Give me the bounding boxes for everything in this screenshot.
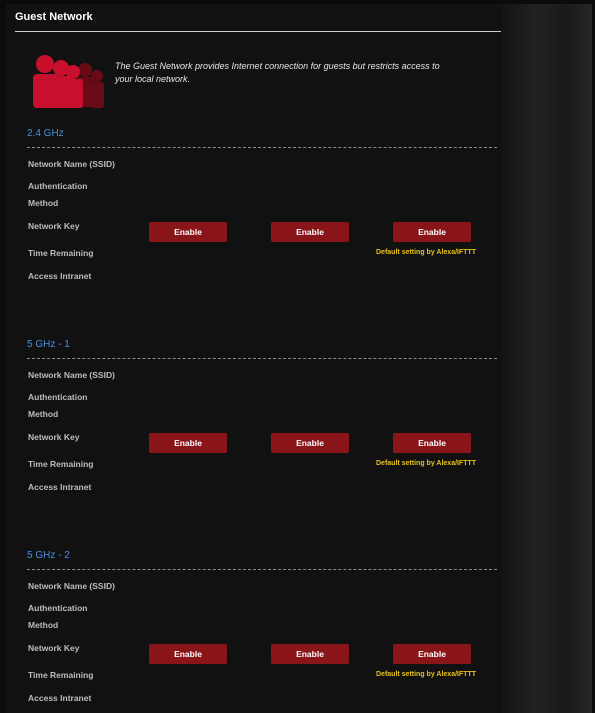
label-time-remaining: Time Remaining: [28, 670, 94, 680]
enable-button-2[interactable]: Enable: [271, 433, 349, 453]
enable-button-1[interactable]: Enable: [149, 644, 227, 664]
label-network-key: Network Key: [28, 432, 80, 442]
section-divider: [27, 569, 497, 570]
guest-users-icon: [33, 55, 104, 108]
label-authentication: Authentication: [28, 392, 88, 402]
description-line-1: The Guest Network provides Internet conn…: [115, 61, 440, 71]
page-title: Guest Network: [15, 11, 93, 23]
label-authentication: Authentication: [28, 181, 88, 191]
enable-button-1[interactable]: Enable: [149, 433, 227, 453]
label-network-name: Network Name (SSID): [28, 581, 115, 591]
label-method: Method: [28, 409, 59, 419]
alexa-ifttt-note: Default setting by Alexa/IFTTT: [376, 249, 477, 256]
section-title: 5 GHz - 1: [27, 339, 70, 350]
enable-button-2[interactable]: Enable: [271, 644, 349, 664]
background-texture: [502, 4, 592, 713]
label-method: Method: [28, 620, 59, 630]
enable-button-2[interactable]: Enable: [271, 222, 349, 242]
section-title: 5 GHz - 2: [27, 550, 70, 561]
label-network-key: Network Key: [28, 221, 80, 231]
description: The Guest Network provides Internet conn…: [115, 60, 485, 86]
title-divider: [15, 31, 501, 32]
label-time-remaining: Time Remaining: [28, 459, 94, 469]
label-authentication: Authentication: [28, 603, 88, 613]
description-line-2: your local network.: [115, 74, 191, 84]
section-divider: [27, 358, 497, 359]
enable-button-1[interactable]: Enable: [149, 222, 227, 242]
label-network-name: Network Name (SSID): [28, 370, 115, 380]
enable-button-3[interactable]: Enable: [393, 433, 471, 453]
label-network-name: Network Name (SSID): [28, 159, 115, 169]
label-access-intranet: Access Intranet: [28, 482, 92, 492]
alexa-ifttt-note: Default setting by Alexa/IFTTT: [376, 460, 477, 467]
enable-button-3[interactable]: Enable: [393, 644, 471, 664]
guest-network-page: Guest Network The Guest Network provides…: [6, 4, 592, 713]
label-access-intranet: Access Intranet: [28, 693, 92, 703]
label-network-key: Network Key: [28, 643, 80, 653]
section-divider: [27, 147, 497, 148]
alexa-ifttt-note: Default setting by Alexa/IFTTT: [376, 671, 477, 678]
label-access-intranet: Access Intranet: [28, 271, 92, 281]
label-time-remaining: Time Remaining: [28, 248, 94, 258]
section-title: 2.4 GHz: [27, 128, 64, 139]
enable-button-3[interactable]: Enable: [393, 222, 471, 242]
label-method: Method: [28, 198, 59, 208]
